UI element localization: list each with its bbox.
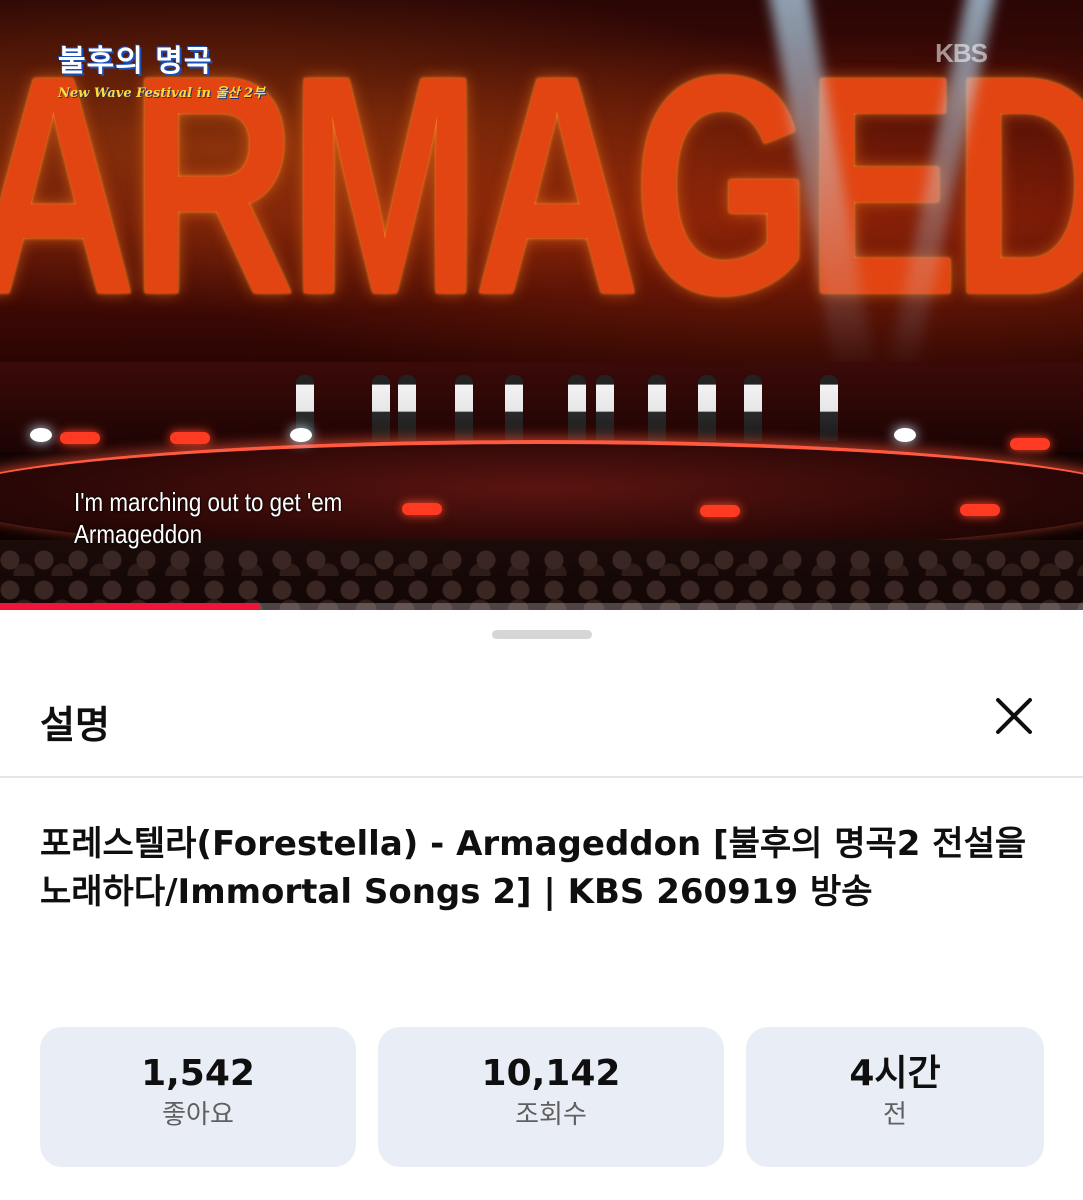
performer: [648, 375, 666, 441]
divider: [0, 776, 1083, 778]
stats-row: 1,542 좋아요 10,142 조회수 4시간 전: [40, 1027, 1044, 1167]
stage-light: [1010, 438, 1050, 450]
stage-light: [170, 432, 210, 444]
upload-time-label: 전: [883, 1100, 907, 1130]
drag-handle[interactable]: [492, 630, 592, 639]
upload-time-value: 4시간: [849, 1053, 941, 1094]
performer: [455, 375, 473, 441]
performer: [398, 375, 416, 441]
description-sheet: 설명 포레스텔라(Forestella) - Armageddon [불후의 명…: [0, 610, 1083, 1200]
stage-light: [30, 428, 52, 442]
performer: [698, 375, 716, 441]
close-icon: [996, 698, 1032, 734]
stage-light: [402, 503, 442, 515]
performer: [568, 375, 586, 441]
likes-label: 좋아요: [162, 1100, 234, 1130]
logo-subtitle: New Wave Festival in 울산 2부: [58, 86, 265, 101]
progress-fill: [0, 603, 260, 610]
stage-light: [290, 428, 312, 442]
likes-stat: 1,542 좋아요: [40, 1027, 356, 1167]
upload-time-stat: 4시간 전: [746, 1027, 1044, 1167]
broadcaster-watermark: KBS: [935, 38, 988, 68]
views-stat: 10,142 조회수: [378, 1027, 724, 1167]
views-label: 조회수: [515, 1100, 587, 1130]
caption-line: I'm marching out to get 'em: [74, 487, 343, 517]
stage-light: [960, 504, 1000, 516]
stage-light: [894, 428, 916, 442]
views-count: 10,142: [481, 1053, 621, 1094]
video-title: 포레스텔라(Forestella) - Armageddon [불후의 명곡2 …: [40, 824, 1027, 912]
close-button[interactable]: [982, 690, 1046, 742]
caption: I'm marching out to get 'em Armageddon: [74, 486, 342, 550]
stage-deck: [0, 362, 1083, 452]
sheet-title: 설명: [40, 703, 110, 747]
caption-line: Armageddon: [74, 519, 203, 549]
stage-light: [700, 505, 740, 517]
video-player[interactable]: ARMAGEDDON 불후의 명곡 New Wave Festival in 울…: [0, 0, 1083, 610]
progress-bar[interactable]: [0, 603, 1083, 610]
stage-light: [60, 432, 100, 444]
audience: [0, 540, 1083, 610]
performer: [820, 375, 838, 441]
likes-count: 1,542: [141, 1053, 255, 1094]
performer: [744, 375, 762, 441]
performer: [505, 375, 523, 441]
program-logo: 불후의 명곡 New Wave Festival in 울산 2부: [58, 36, 265, 101]
performer: [372, 375, 390, 441]
logo-title: 불후의 명곡: [58, 44, 213, 79]
performer: [596, 375, 614, 441]
